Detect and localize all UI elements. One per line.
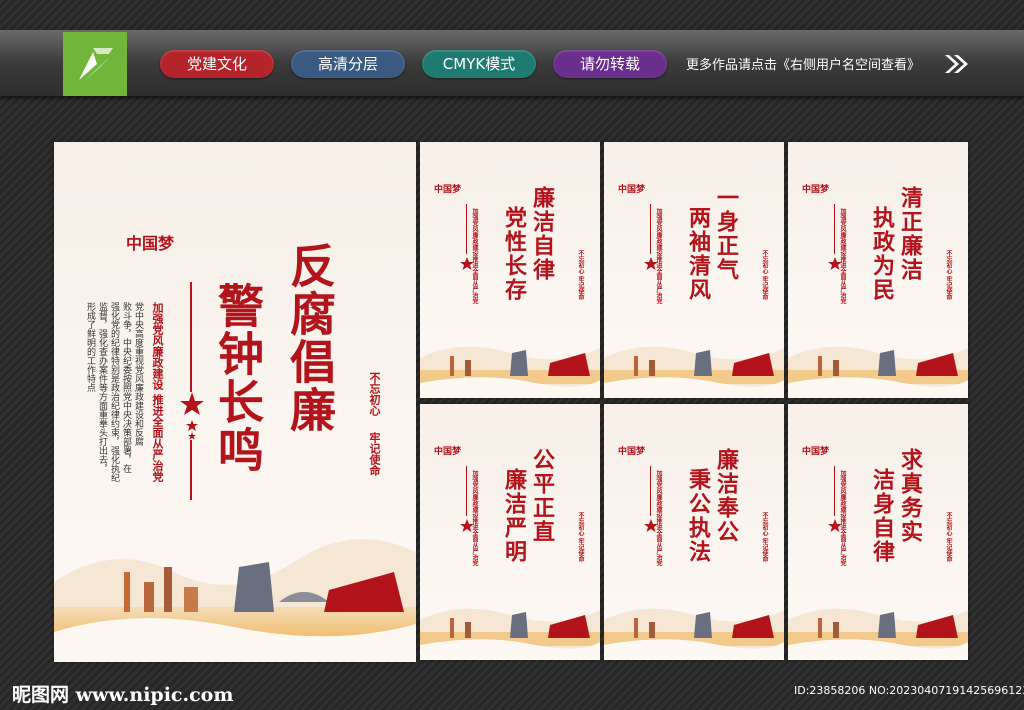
double-arrow-icon[interactable] bbox=[944, 53, 970, 75]
poster-slogan: 不忘初心 牢记使命 bbox=[945, 250, 952, 301]
slogan-poster: 中国梦 加强党风廉政建设推进全面从严治党 公平正直 廉洁严明 不忘初心 牢记使命 bbox=[420, 404, 600, 660]
tag-cmyk[interactable]: CMYK模式 bbox=[422, 50, 536, 78]
brand-logo[interactable] bbox=[63, 32, 127, 96]
star-icon bbox=[644, 519, 658, 532]
star-icon bbox=[644, 257, 658, 270]
logo-text: 中国梦 bbox=[618, 185, 646, 195]
poster-title-line-1: 廉洁奉公 bbox=[713, 448, 739, 544]
main-body-line-2: 败斗争，中央纪委按照党中央决策部署，在 bbox=[121, 302, 131, 473]
more-works-note[interactable]: 更多作品请点击《右侧用户名空间查看》 bbox=[686, 54, 920, 73]
tag-party-culture[interactable]: 党建文化 bbox=[160, 50, 274, 78]
star-icon bbox=[460, 257, 474, 270]
star-icon bbox=[828, 519, 842, 532]
logo-text: 中国梦 bbox=[434, 185, 462, 195]
slogan-2: 牢记使命 bbox=[368, 432, 381, 476]
slogan-poster: 中国梦 加强党风廉政建设推进全面从严治党 一身正气 两袖清风 不忘初心 牢记使命 bbox=[604, 142, 784, 398]
poster-title-line-2: 执政为民 bbox=[869, 206, 895, 302]
poster-title-line-2: 秉公执法 bbox=[685, 468, 711, 564]
poster-slogan: 不忘初心 牢记使命 bbox=[945, 512, 952, 563]
poster-title-line-2: 党性长存 bbox=[501, 206, 527, 302]
pen-nib-icon bbox=[79, 48, 113, 82]
skyline-illustration bbox=[788, 346, 968, 398]
skyline-illustration bbox=[788, 608, 968, 660]
poster-title-line-1: 求真务实 bbox=[897, 448, 923, 544]
divider-line-top bbox=[190, 282, 192, 392]
poster-title-line-1: 一身正气 bbox=[713, 186, 739, 282]
logo-text: 中国梦 bbox=[126, 234, 175, 253]
main-body-line-5: 形成了鲜明的工作特点 bbox=[85, 302, 95, 392]
main-title-line-1: 反腐倡廉 bbox=[283, 242, 337, 434]
slogan-poster: 中国梦 加强党风廉政建设推进全面从严治党 廉洁自律 党性长存 不忘初心 牢记使命 bbox=[420, 142, 600, 398]
poster-title-line-2: 洁身自律 bbox=[869, 468, 895, 564]
skyline-illustration bbox=[54, 539, 416, 662]
divider-line bbox=[650, 466, 651, 516]
main-poster: 反腐倡廉 警钟长鸣 中国梦 加强党风廉政建设 推进全面从严治党 党中央高度重视党… bbox=[54, 142, 416, 662]
divider-line bbox=[466, 466, 467, 516]
main-title-line-2: 警钟长鸣 bbox=[211, 282, 265, 474]
divider-line bbox=[466, 204, 467, 254]
logo-text: 中国梦 bbox=[618, 447, 646, 457]
site-watermark: 昵图网 www.nipic.com bbox=[12, 684, 234, 706]
image-id: ID:23858206 NO:20230407191425696123 bbox=[794, 684, 1024, 697]
main-heading: 加强党风廉政建设 推进全面从严治党 bbox=[151, 302, 164, 482]
main-body-line-1: 党中央高度重视党风廉政建设和反腐 bbox=[133, 302, 143, 446]
poster-slogan: 不忘初心 牢记使命 bbox=[577, 512, 584, 563]
slogan-poster: 中国梦 加强党风廉政建设推进全面从严治党 求真务实 洁身自律 不忘初心 牢记使命 bbox=[788, 404, 968, 660]
skyline-illustration bbox=[420, 346, 600, 398]
slogan-poster: 中国梦 加强党风廉政建设推进全面从严治党 清正廉洁 执政为民 不忘初心 牢记使命 bbox=[788, 142, 968, 398]
skyline-illustration bbox=[420, 608, 600, 660]
poster-slogan: 不忘初心 牢记使命 bbox=[761, 512, 768, 563]
china-dream-logo: 中国梦 bbox=[126, 230, 174, 254]
slogan-1: 不忘初心 bbox=[368, 372, 381, 416]
main-body-line-3: 强化党的纪律特别是政治纪律约束，强化执纪 bbox=[109, 302, 119, 482]
tag-hd-layers[interactable]: 高清分层 bbox=[291, 50, 405, 78]
divider-line-bottom bbox=[190, 440, 192, 500]
tag-no-repost[interactable]: 请勿转载 bbox=[553, 50, 667, 78]
poster-title-line-2: 两袖清风 bbox=[685, 206, 711, 302]
poster-title-line-1: 公平正直 bbox=[529, 448, 555, 544]
divider-line bbox=[834, 204, 835, 254]
poster-title-line-1: 清正廉洁 bbox=[897, 186, 923, 282]
poster-title-line-2: 廉洁严明 bbox=[501, 468, 527, 564]
logo-text: 中国梦 bbox=[802, 447, 830, 457]
star-icon bbox=[460, 519, 474, 532]
slogan-poster: 中国梦 加强党风廉政建设推进全面从严治党 廉洁奉公 秉公执法 不忘初心 牢记使命 bbox=[604, 404, 784, 660]
skyline-illustration bbox=[604, 346, 784, 398]
logo-text: 中国梦 bbox=[802, 185, 830, 195]
poster-title-line-1: 廉洁自律 bbox=[529, 186, 555, 282]
star-icon bbox=[828, 257, 842, 270]
divider-line bbox=[650, 204, 651, 254]
main-body-line-4: 监督，强化查办案件等方面重拳头打出去， bbox=[97, 302, 107, 473]
poster-slogan: 不忘初心 牢记使命 bbox=[761, 250, 768, 301]
divider-line bbox=[834, 466, 835, 516]
poster-slogan: 不忘初心 牢记使命 bbox=[577, 250, 584, 301]
skyline-illustration bbox=[604, 608, 784, 660]
logo-text: 中国梦 bbox=[434, 447, 462, 457]
star-cluster-icon bbox=[180, 392, 204, 440]
